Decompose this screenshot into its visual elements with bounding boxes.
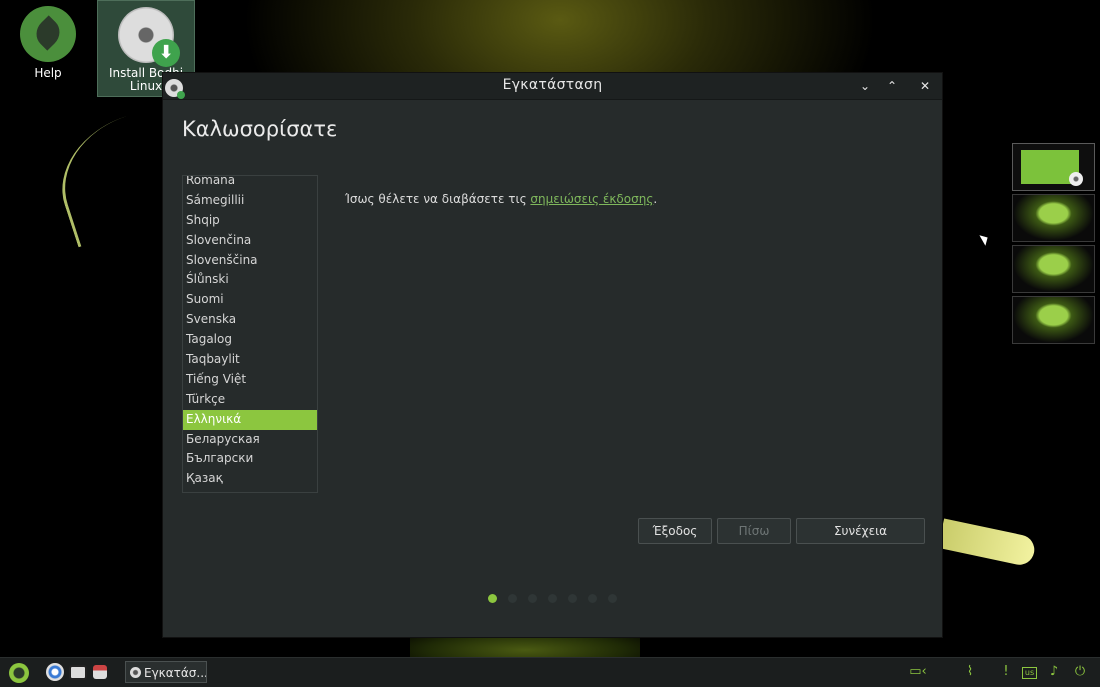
close-button[interactable]: ✕ [917, 78, 933, 94]
quit-button[interactable]: Έξοδος [638, 518, 712, 544]
download-arrow-icon: ⬇ [152, 39, 180, 67]
mouse-cursor [979, 232, 991, 246]
language-item[interactable]: Tagalog [183, 330, 317, 350]
workspace-2[interactable] [1012, 194, 1095, 242]
release-notes-link[interactable]: σημειώσεις έκδοσης [530, 192, 653, 206]
desktop-icon-label: Help [34, 66, 62, 80]
language-item[interactable]: Беларуская [183, 430, 317, 450]
minimize-button[interactable]: ⌄ [857, 78, 873, 94]
step-dot [568, 594, 577, 603]
language-item[interactable]: Қазақ [183, 469, 317, 489]
keyboard-layout-indicator[interactable]: us [1022, 667, 1037, 679]
help-icon [20, 6, 76, 62]
language-item[interactable]: Ślůnski [183, 270, 317, 290]
terminal-icon[interactable] [69, 665, 87, 680]
language-item[interactable]: Taqbaylit [183, 350, 317, 370]
language-item[interactable]: Suomi [183, 290, 317, 310]
window-titlebar[interactable]: Εγκατάσταση ⌄ ⌃ ✕ [163, 73, 942, 100]
language-item[interactable]: Sámegillii [183, 191, 317, 211]
window-title: Εγκατάσταση [502, 77, 603, 93]
wallpaper-leaf-stem-right [937, 518, 1038, 568]
tools-icon[interactable] [93, 665, 107, 679]
step-dot [528, 594, 537, 603]
install-disc-icon: ⬇ [118, 7, 180, 67]
alert-icon[interactable]: ! [998, 664, 1014, 680]
language-item[interactable]: Slovenčina [183, 231, 317, 251]
step-dot-active [488, 594, 497, 603]
workspace-3[interactable] [1012, 245, 1095, 293]
maximize-button[interactable]: ⌃ [884, 78, 900, 94]
taskbar: Εγκατάσ... ▭‹ ⌇ ! us ♪ ⏻ [0, 657, 1100, 687]
step-dot [588, 594, 597, 603]
installer-window: Εγκατάσταση ⌄ ⌃ ✕ Καλωσορίσατε Română Sá… [163, 73, 942, 637]
power-icon[interactable]: ⏻ [1072, 664, 1088, 680]
back-button[interactable]: Πίσω [717, 518, 791, 544]
display-icon[interactable]: ▭‹ [906, 664, 930, 680]
workspace-4[interactable] [1012, 296, 1095, 344]
language-item[interactable]: Shqip [183, 211, 317, 231]
release-notes-suffix: . [653, 192, 658, 206]
step-indicator [488, 594, 617, 603]
taskbar-task-installer[interactable]: Εγκατάσ... [125, 661, 207, 683]
language-item[interactable]: Română [183, 176, 317, 191]
language-item[interactable]: Tiếng Việt [183, 370, 317, 390]
language-item[interactable]: Български [183, 449, 317, 469]
workspace-1[interactable] [1012, 143, 1095, 191]
language-item[interactable]: Slovenščina [183, 251, 317, 271]
step-dot [608, 594, 617, 603]
continue-button[interactable]: Συνέχεια [796, 518, 925, 544]
language-item-selected[interactable]: Ελληνικά [183, 409, 317, 430]
browser-icon[interactable] [46, 663, 64, 681]
release-notes-text: Ίσως θέλετε να διαβάσετε τις σημειώσεις … [345, 192, 657, 206]
step-dot [508, 594, 517, 603]
desktop-icon-help[interactable]: Help [0, 0, 96, 80]
language-item[interactable]: Svenska [183, 310, 317, 330]
start-menu-icon[interactable] [9, 663, 29, 683]
page-title: Καλωσορίσατε [182, 117, 338, 141]
volume-icon[interactable]: ♪ [1046, 664, 1062, 680]
release-notes-prefix: Ίσως θέλετε να διαβάσετε τις [345, 192, 531, 206]
language-list[interactable]: Română Sámegillii Shqip Slovenčina Slove… [182, 175, 318, 493]
workspace-window-preview [1021, 150, 1083, 186]
paperclip-icon[interactable]: ⌇ [962, 664, 978, 680]
language-item[interactable]: Türkçe [183, 390, 317, 410]
step-dot [548, 594, 557, 603]
